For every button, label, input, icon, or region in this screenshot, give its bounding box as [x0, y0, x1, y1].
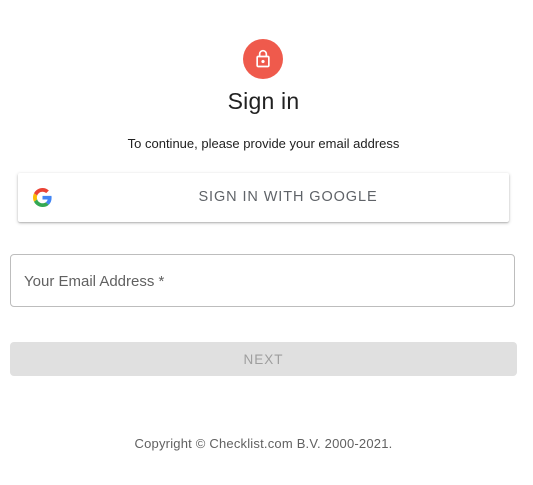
signin-page: Sign in To continue, please provide your… — [0, 0, 533, 485]
email-field[interactable] — [10, 254, 515, 307]
lock-avatar — [243, 39, 283, 79]
lock-icon — [256, 49, 270, 68]
google-button-label: SIGN IN WITH GOOGLE — [198, 189, 378, 205]
copyright-text: Copyright © Checklist.com B.V. 2000-2021… — [134, 436, 393, 451]
sign-in-with-google-button[interactable]: SIGN IN WITH GOOGLE — [18, 173, 509, 222]
page-title: Sign in — [227, 88, 300, 114]
email-input[interactable] — [24, 271, 494, 291]
next-button[interactable]: NEXT — [10, 342, 517, 376]
page-subtitle: To continue, please provide your email a… — [127, 136, 400, 151]
